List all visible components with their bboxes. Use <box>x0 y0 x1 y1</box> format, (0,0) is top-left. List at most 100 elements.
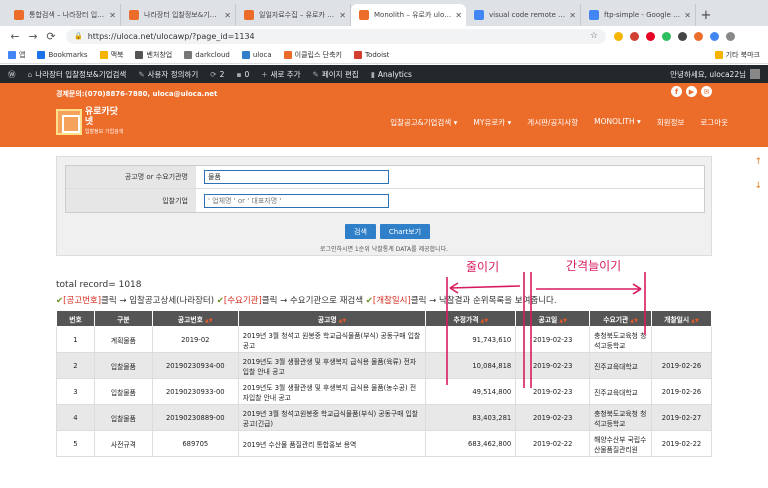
table-cell[interactable]: 20190230889-00 <box>151 404 239 431</box>
sort-icon[interactable]: ▲▼ <box>691 318 699 324</box>
total-record: total record= 1018 <box>56 280 142 290</box>
table-cell[interactable]: 충청북도교육청 청석고등학교 <box>589 404 653 431</box>
forward-icon[interactable]: → <box>24 30 42 43</box>
bookmark-item[interactable]: darkcloud <box>184 50 230 59</box>
site-logo[interactable]: 유로카닷넷 입찰정보 기업검색 <box>56 105 126 139</box>
chart-button[interactable]: Chart보기 <box>379 224 431 239</box>
extension-icon[interactable] <box>710 31 719 41</box>
other-bookmarks[interactable]: 기타 북마크 <box>714 50 760 60</box>
admin-greeting[interactable]: 안녕하세요, uloca22님 <box>670 69 746 80</box>
folder-icon <box>714 50 723 59</box>
main-menu-item[interactable]: 로그아웃 <box>700 117 728 128</box>
search-panel: 공고명 or 수요기관명 입찰기업 검색 Chart보기 로그인하시면 1순위 … <box>56 156 712 256</box>
profile-icon[interactable] <box>726 31 735 41</box>
new-tab-icon[interactable]: + <box>696 4 716 26</box>
column-header[interactable]: 공고일 ▲▼ <box>515 310 591 327</box>
column-header[interactable]: 공고명 ▲▼ <box>237 310 427 327</box>
extension-icon[interactable] <box>678 31 687 41</box>
search-form: 공고명 or 수요기관명 입찰기업 <box>65 165 705 213</box>
main-menu-item[interactable]: 입찰공고&기업검색 ▾ <box>390 117 457 128</box>
main-menu-item[interactable]: 게시판/공지사항 <box>527 117 578 128</box>
search-button[interactable]: 검색 <box>345 224 376 239</box>
bookmark-item[interactable]: 앱 <box>8 50 25 60</box>
arrow-down-icon[interactable]: ↓ <box>754 174 762 198</box>
extension-icon[interactable] <box>646 31 655 41</box>
search-title-input[interactable] <box>204 170 389 184</box>
back-icon[interactable]: ← <box>6 30 24 43</box>
admin-new-link[interactable]: + 새로 추가 <box>261 69 300 80</box>
bookmark-item[interactable]: 벤처창업 <box>135 50 172 60</box>
column-header-label: 추정가격 <box>453 315 479 324</box>
extension-icon[interactable] <box>614 31 623 41</box>
browser-tab[interactable]: ftp-simple - Google 검색 ✕ <box>581 4 696 26</box>
admin-customize-link[interactable]: ✎ 사용자 정의하기 <box>138 69 198 80</box>
column-header[interactable]: 수요기관 ▲▼ <box>589 310 653 327</box>
close-tab-icon[interactable]: ✕ <box>339 11 346 20</box>
table-cell[interactable]: 20190230933-00 <box>151 378 239 405</box>
bookmark-item[interactable]: uloca <box>241 50 272 59</box>
table-cell[interactable]: 진주교육대학교 <box>589 378 653 405</box>
bookmarks-bar: 앱 Bookmarks 맥북 벤처창업 darkcloud uloca 이클립스 단축키 To… <box>0 46 768 64</box>
wordpress-icon[interactable]: Ⓦ <box>8 69 16 80</box>
table-cell[interactable]: 진주교육대학교 <box>589 352 653 379</box>
main-menu-item[interactable]: MY유로카 ▾ <box>473 117 511 128</box>
main-menu-item[interactable]: MONOLITH ▾ <box>594 117 641 128</box>
admin-updates-link[interactable]: ⟳ 2 <box>210 70 224 79</box>
email-icon[interactable]: ✉ <box>701 86 712 97</box>
table-cell: 2019년 3월 청석고원봉중 학교급식물품(부식) 공동구매 입찰공고(긴급) <box>237 404 427 431</box>
sort-icon[interactable]: ▲▼ <box>205 318 213 324</box>
column-header[interactable]: 공고번호 ▲▼ <box>151 310 239 327</box>
admin-edit-page-link[interactable]: ✎ 페이지 편집 <box>313 69 359 80</box>
table-cell <box>651 326 712 353</box>
table-cell: 689705 <box>151 430 239 457</box>
column-header[interactable]: 추정가격 ▲▼ <box>425 310 517 327</box>
sort-icon[interactable]: ▲▼ <box>559 318 567 324</box>
chart-icon: ▮ <box>370 69 375 79</box>
column-header[interactable]: 개찰일시 ▲▼ <box>651 310 712 327</box>
admin-edit-label: 페이지 편집 <box>321 69 359 79</box>
browser-tab[interactable]: 일일자료수집 – 유로카 uloca ✕ <box>236 4 351 26</box>
browser-tab[interactable]: Monolith – 유로카 uloca ✕ <box>351 4 466 26</box>
bookmark-item[interactable]: Bookmarks <box>37 50 88 59</box>
address-field[interactable]: 🔒 https://uloca.net/ulocawp/?page_id=113… <box>66 28 606 44</box>
table-cell[interactable]: 충청북도교육청 청석고등학교 <box>589 326 653 353</box>
column-header[interactable]: 번호 <box>56 310 95 327</box>
table-cell[interactable]: 해양수산부 국립수산물품질관리원 <box>589 430 653 457</box>
social-links: f ▶ ✉ <box>671 86 712 97</box>
close-tab-icon[interactable]: ✕ <box>224 11 231 20</box>
search-company-input[interactable] <box>204 193 389 208</box>
bookmark-star-icon[interactable]: ☆ <box>590 31 598 41</box>
table-cell: 2019-02-26 <box>651 352 712 379</box>
sort-icon[interactable]: ▲▼ <box>630 318 638 324</box>
close-tab-icon[interactable]: ✕ <box>109 11 116 20</box>
admin-site-link[interactable]: ⌂ 나라장터 입찰정보&기업검색 <box>28 69 127 80</box>
table-cell: 5 <box>56 430 95 457</box>
sort-icon[interactable]: ▲▼ <box>339 318 347 324</box>
bookmark-label: darkcloud <box>195 50 230 59</box>
browser-tab[interactable]: 통합검색 – 나라장터 입찰정 ✕ <box>6 4 121 26</box>
admin-analytics-link[interactable]: ▮ Analytics <box>371 70 412 79</box>
arrow-up-icon[interactable]: ↑ <box>754 150 762 174</box>
close-tab-icon[interactable]: ✕ <box>569 11 576 20</box>
table-cell[interactable]: 20190230934-00 <box>151 352 239 379</box>
browser-tab[interactable]: 나라장터 입찰정보&기업검색 ✕ <box>121 4 236 26</box>
table-cell[interactable]: 2019-02-22 <box>651 430 712 457</box>
admin-comments-link[interactable]: ▪ 0 <box>236 70 249 79</box>
avatar[interactable] <box>750 69 760 79</box>
youtube-icon[interactable]: ▶ <box>686 86 697 97</box>
bookmark-item[interactable]: 맥북 <box>99 50 123 60</box>
reload-icon[interactable]: ⟳ <box>42 30 60 43</box>
close-tab-icon[interactable]: ✕ <box>455 11 462 20</box>
facebook-icon[interactable]: f <box>671 86 682 97</box>
column-header[interactable]: 구분 <box>93 310 153 327</box>
sort-icon[interactable]: ▲▼ <box>480 318 488 324</box>
extension-icon[interactable] <box>694 31 703 41</box>
close-tab-icon[interactable]: ✕ <box>684 11 691 20</box>
bookmark-item[interactable]: 이클립스 단축키 <box>283 50 342 60</box>
extension-icon[interactable] <box>630 31 639 41</box>
bookmark-item[interactable]: Todoist <box>353 50 390 59</box>
main-menu-item[interactable]: 회원정보 <box>657 117 685 128</box>
browser-tab[interactable]: visual code remote ftp ✕ <box>466 4 581 26</box>
bookmark-label: Todoist <box>364 50 390 59</box>
extension-icon[interactable] <box>662 31 671 41</box>
